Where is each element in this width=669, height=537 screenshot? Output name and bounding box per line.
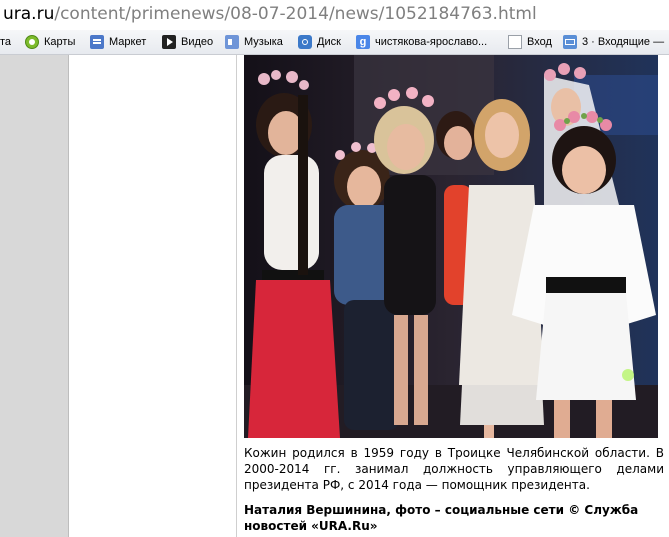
- bookmark-partial[interactable]: та: [0, 30, 11, 54]
- photo-illustration: [244, 55, 658, 438]
- bookmark-label: Видео: [181, 36, 214, 48]
- left-sidebar: [0, 55, 69, 537]
- bookmark-maps[interactable]: Карты: [25, 30, 75, 54]
- bookmark-label: Диск: [317, 36, 341, 48]
- url-host: ura.ru: [3, 4, 55, 24]
- bookmark-label: 3 · Входящие —: [582, 36, 665, 48]
- bookmark-music[interactable]: Музыка: [225, 30, 283, 54]
- article-photo[interactable]: [244, 55, 658, 438]
- bookmarks-bar: та Карты Маркет Видео Музыка Диск g чист…: [0, 30, 669, 55]
- disk-icon: [298, 35, 312, 49]
- bookmark-disk[interactable]: Диск: [298, 30, 341, 54]
- google-icon: g: [356, 35, 370, 49]
- page-icon: [508, 35, 522, 49]
- video-icon: [162, 35, 176, 49]
- left-content-column: [69, 55, 236, 537]
- photo-credit: Наталия Вершинина, фото – социальные сет…: [244, 503, 639, 533]
- bookmark-video[interactable]: Видео: [162, 30, 213, 54]
- bookmark-label: Маркет: [109, 36, 147, 48]
- url-text[interactable]: ura.ru/content/primenews/08-07-2014/news…: [3, 4, 537, 24]
- url-path: /content/primenews/08-07-2014/news/10521…: [54, 4, 537, 24]
- music-icon: [225, 35, 239, 49]
- column-divider: [236, 55, 237, 537]
- address-bar[interactable]: ura.ru/content/primenews/08-07-2014/news…: [0, 0, 669, 31]
- bookmark-label: та: [0, 36, 12, 48]
- bookmark-inbox[interactable]: 3 · Входящие —: [563, 30, 664, 54]
- photo-caption: Кожин родился в 1959 году в Троицке Челя…: [244, 446, 664, 492]
- bookmark-label: чистякова-ярославо...: [375, 36, 488, 48]
- market-icon: [90, 35, 104, 49]
- bookmark-label: Музыка: [244, 36, 283, 48]
- bookmark-label: Карты: [44, 36, 76, 48]
- maps-icon: [25, 35, 39, 49]
- bookmark-login[interactable]: Вход: [508, 30, 552, 54]
- mail-icon: [563, 35, 577, 49]
- bookmark-market[interactable]: Маркет: [90, 30, 146, 54]
- bookmark-google-search[interactable]: g чистякова-ярославо...: [356, 30, 487, 54]
- bookmark-label: Вход: [527, 36, 552, 48]
